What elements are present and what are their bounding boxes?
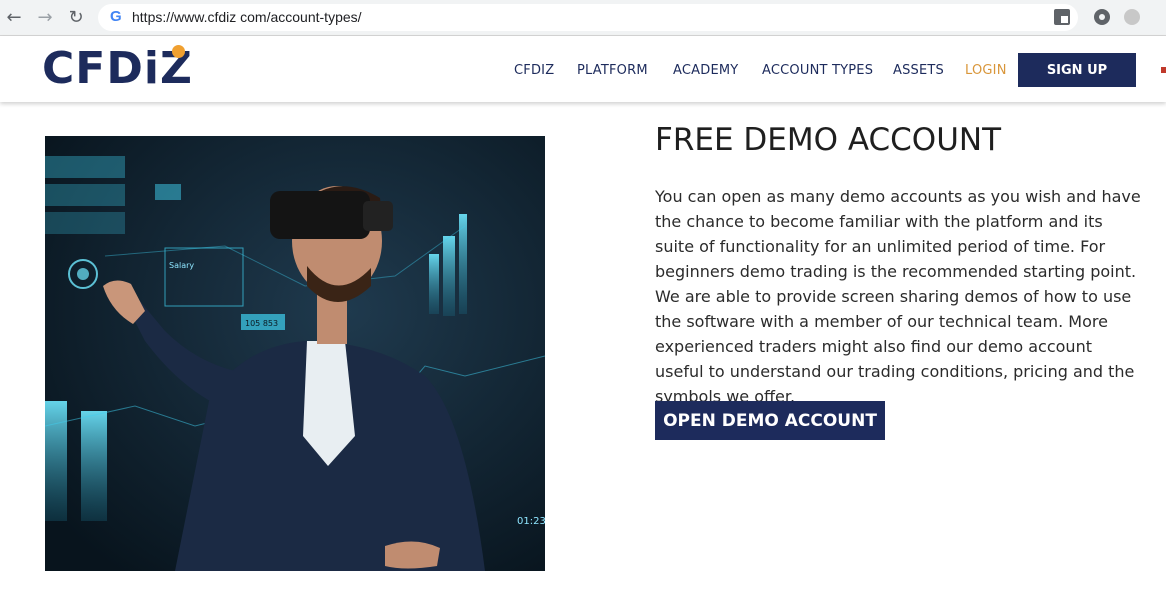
back-arrow-icon[interactable]: ←: [4, 7, 24, 28]
reload-icon[interactable]: ↻: [66, 7, 86, 28]
nav-item-academy[interactable]: ACADEMY: [673, 63, 738, 78]
extension-icon-secondary[interactable]: [1124, 9, 1140, 25]
logo-dot-icon: [172, 45, 185, 58]
browser-toolbar: ← → ↻ G https://www.cfdiz com/account-ty…: [0, 0, 1166, 36]
site-logo[interactable]: CFDiZ: [42, 44, 193, 94]
demo-account-description: You can open as many demo accounts as yo…: [655, 187, 1141, 406]
hero-label-value: 105 853: [245, 319, 278, 328]
nav-item-login[interactable]: LOGIN: [965, 63, 1007, 78]
hero-image: Salary 105 853 01:23: [45, 136, 545, 571]
vr-illustration: Salary 105 853 01:23: [45, 136, 545, 571]
nav-item-assets[interactable]: ASSETS: [893, 63, 944, 78]
hero-label-salary: Salary: [169, 261, 194, 270]
language-flag-icon[interactable]: [1161, 67, 1166, 73]
sign-up-button[interactable]: SIGN UP: [1018, 53, 1136, 87]
page-title: FREE DEMO ACCOUNT: [655, 122, 1002, 158]
open-demo-account-button[interactable]: OPEN DEMO ACCOUNT: [655, 401, 885, 440]
nav-item-account-types[interactable]: ACCOUNT TYPES: [762, 63, 873, 78]
site-header: CFDiZ CFDIZ PLATFORM ACADEMY ACCOUNT TYP…: [0, 36, 1166, 102]
nav-item-platform[interactable]: PLATFORM: [577, 63, 648, 78]
forward-arrow-icon[interactable]: →: [35, 7, 55, 28]
google-icon: G: [110, 8, 122, 25]
url-text[interactable]: https://www.cfdiz com/account-types/: [132, 9, 362, 25]
nav-item-cfdiz[interactable]: CFDIZ: [514, 63, 554, 78]
translate-icon[interactable]: [1054, 9, 1070, 25]
address-bar[interactable]: G https://www.cfdiz com/account-types/: [98, 4, 1078, 31]
extension-icon[interactable]: [1094, 9, 1110, 25]
hero-label-time: 01:23: [517, 516, 545, 527]
